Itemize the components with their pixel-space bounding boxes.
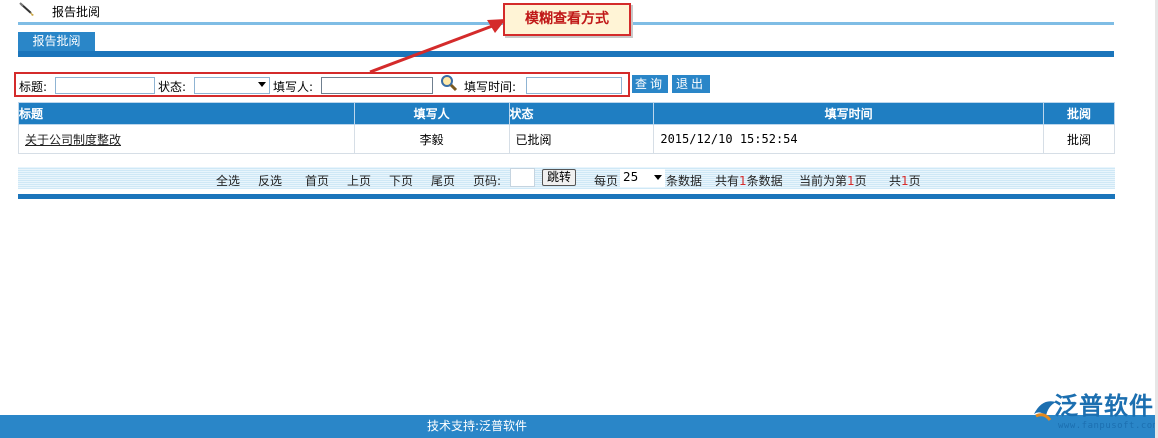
invert-selection-link[interactable]: 反选	[258, 174, 282, 188]
jump-button[interactable]: 跳转	[542, 169, 576, 186]
pages-prefix: 共	[889, 174, 902, 188]
pen-icon	[18, 2, 38, 18]
cell-person: 李毅	[353, 124, 510, 154]
search-icon[interactable]	[440, 74, 458, 92]
time-label: 填写时间:	[464, 80, 517, 94]
callout-label: 模糊查看方式	[503, 3, 631, 36]
column-header-time[interactable]: 填写时间	[653, 102, 1045, 125]
page-title: 报告批阅	[52, 5, 101, 19]
table-row: 关于公司制度整改 李毅 已批阅 2015/12/10 15:52:54 批阅	[18, 124, 1115, 154]
pager-bottom-bar	[18, 194, 1115, 199]
logo-url: www.fanpusoft.com	[1058, 421, 1158, 431]
person-label: 填写人:	[273, 80, 314, 94]
cell-time: 2015/12/10 15:52:54	[653, 124, 1045, 154]
footer-support-text: 技术支持:泛普软件	[426, 419, 528, 433]
report-table: 标题 填写人 状态 填写时间 批阅 关于公司制度整改 李毅 已批阅 2015/1…	[18, 102, 1115, 154]
person-input[interactable]	[321, 77, 433, 94]
page-number-label: 页码:	[473, 174, 502, 188]
logo-name: 泛普软件	[1054, 392, 1154, 420]
column-header-status[interactable]: 状态	[508, 102, 655, 125]
current-page-number: 1	[847, 174, 855, 188]
status-label: 状态:	[158, 80, 187, 94]
first-page-link[interactable]: 首页	[305, 174, 329, 188]
page-number-input[interactable]	[510, 168, 535, 187]
per-page-label: 每页	[594, 174, 619, 188]
total-prefix: 共有	[715, 174, 740, 188]
tab-report-review[interactable]: 报告批阅	[18, 32, 95, 51]
current-prefix: 当前为第	[799, 174, 848, 188]
total-suffix: 条数据	[746, 174, 783, 188]
table-header-row: 标题 填写人 状态 填写时间 批阅	[18, 102, 1115, 125]
current-suffix: 页	[854, 174, 867, 188]
exit-button[interactable]: 退出	[672, 75, 710, 93]
per-page-suffix: 条数据	[666, 174, 703, 188]
title-input[interactable]	[55, 77, 155, 94]
column-header-person[interactable]: 填写人	[353, 102, 510, 125]
status-select[interactable]	[194, 77, 270, 94]
column-header-review[interactable]: 批阅	[1043, 102, 1115, 125]
pages-count: 1	[901, 174, 909, 188]
prev-page-link[interactable]: 上页	[347, 174, 371, 188]
tab-bar	[18, 51, 1114, 57]
chevron-down-icon	[654, 175, 662, 180]
total-pages-info: 共1页	[889, 174, 921, 188]
chevron-down-icon	[258, 82, 266, 87]
select-all-link[interactable]: 全选	[216, 174, 240, 188]
review-link[interactable]: 批阅	[1043, 124, 1115, 154]
cell-title: 关于公司制度整改	[18, 124, 355, 154]
query-button[interactable]: 查询	[632, 75, 668, 93]
per-page-value: 25	[623, 170, 639, 184]
per-page-select[interactable]: 25	[620, 169, 665, 187]
title-label: 标题:	[19, 80, 48, 94]
column-header-title[interactable]: 标题	[18, 102, 355, 125]
next-page-link[interactable]: 下页	[389, 174, 413, 188]
last-page-link[interactable]: 尾页	[431, 174, 455, 188]
current-page-info: 当前为第1页	[799, 174, 867, 188]
report-title-link[interactable]: 关于公司制度整改	[25, 133, 121, 147]
total-count: 1	[739, 174, 747, 188]
time-input[interactable]	[526, 77, 622, 94]
cell-status: 已批阅	[508, 124, 655, 154]
pages-suffix: 页	[908, 174, 921, 188]
total-records: 共有1条数据	[715, 174, 783, 188]
